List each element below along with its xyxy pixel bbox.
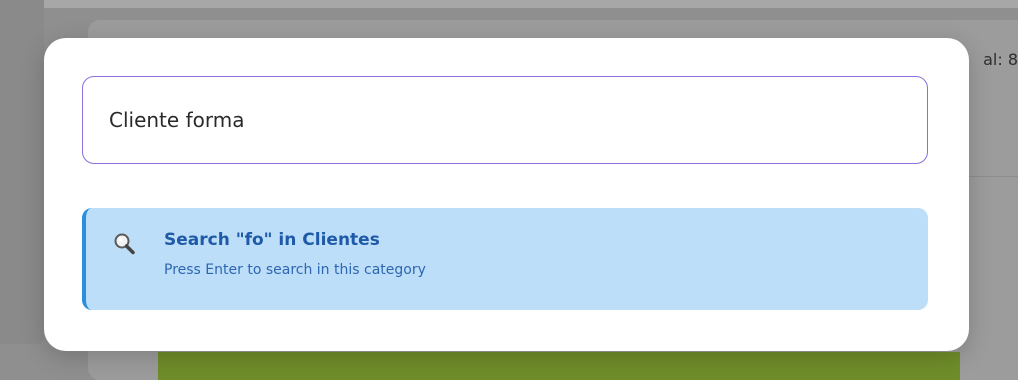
- search-input[interactable]: [83, 77, 927, 163]
- search-input-box[interactable]: [82, 76, 928, 164]
- search-result-item[interactable]: Search "fo" in Clientes Press Enter to s…: [82, 208, 928, 310]
- search-modal: Search "fo" in Clientes Press Enter to s…: [44, 38, 969, 351]
- search-result-subtitle: Press Enter to search in this category: [164, 262, 426, 278]
- background-green-bar: [158, 352, 960, 380]
- background-left-panel: [0, 0, 44, 344]
- search-icon: [112, 232, 136, 256]
- background-top-strip: [0, 0, 1018, 8]
- search-result-title: Search "fo" in Clientes: [164, 230, 380, 250]
- background-total-label: al: 8: [983, 50, 1018, 69]
